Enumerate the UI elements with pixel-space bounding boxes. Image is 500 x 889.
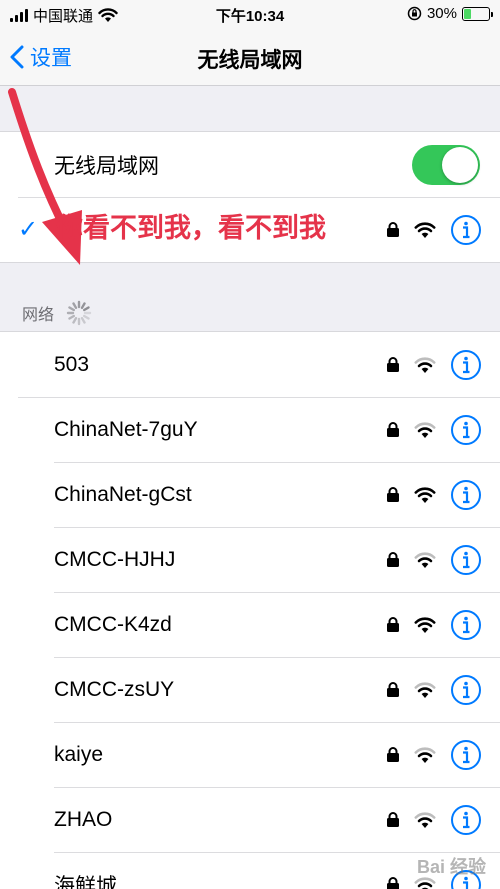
battery-fill	[464, 8, 472, 19]
annotation-text: 你看不到我，看不到我	[56, 213, 326, 243]
wifi-icon	[414, 681, 436, 698]
info-icon[interactable]	[450, 609, 482, 641]
network-name: ChinaNet-gCst	[54, 482, 192, 506]
wifi-icon	[414, 421, 436, 438]
info-icon[interactable]	[450, 674, 482, 706]
network-name: CMCC-zsUY	[54, 677, 175, 701]
network-name: ZHAO	[54, 807, 113, 831]
wifi-icon	[414, 356, 436, 373]
lock-icon	[387, 552, 399, 567]
wifi-icon	[414, 221, 436, 238]
info-icon[interactable]	[450, 414, 482, 446]
orientation-lock-icon	[407, 6, 422, 21]
wifi-icon	[414, 746, 436, 763]
network-row[interactable]: kaiye	[0, 722, 500, 787]
toggle-knob	[442, 146, 478, 183]
lock-icon	[387, 617, 399, 632]
info-icon[interactable]	[450, 349, 482, 381]
network-name: 503	[54, 352, 90, 376]
network-row[interactable]: CMCC-zsUY	[0, 657, 500, 722]
status-bar: 中国联通 下午10:34 30%	[0, 0, 500, 28]
check-icon: ✓	[18, 216, 39, 243]
wifi-icon	[414, 811, 436, 828]
battery-icon	[462, 6, 493, 21]
loading-spinner-icon	[66, 300, 92, 326]
network-row[interactable]: CMCC-HJHJ	[0, 527, 500, 592]
wifi-toggle-switch[interactable]	[412, 144, 480, 185]
network-row[interactable]: ZHAO	[0, 787, 500, 852]
network-name: ChinaNet-7guY	[54, 417, 198, 441]
info-icon[interactable]	[450, 739, 482, 771]
lock-icon	[387, 357, 399, 372]
network-row[interactable]: 503	[0, 332, 500, 397]
wifi-icon	[414, 616, 436, 633]
info-icon[interactable]	[450, 804, 482, 836]
lock-icon	[387, 422, 399, 437]
lock-icon	[387, 747, 399, 762]
network-name: CMCC-HJHJ	[54, 547, 176, 571]
network-name: 海鲜城	[54, 874, 117, 889]
lock-icon	[387, 487, 399, 502]
info-icon[interactable]	[450, 544, 482, 576]
navigation-bar: 设置 无线局域网	[0, 28, 500, 86]
network-row[interactable]: ChinaNet-7guY	[0, 397, 500, 462]
lock-icon	[387, 682, 399, 697]
lock-icon	[387, 222, 399, 237]
lock-icon	[387, 877, 399, 889]
info-icon[interactable]	[450, 214, 482, 246]
networks-section-header: 网络	[22, 300, 92, 326]
networks-header-label: 网络	[22, 307, 55, 324]
lock-icon	[387, 812, 399, 827]
network-name: kaiye	[54, 742, 104, 766]
info-icon[interactable]	[450, 479, 482, 511]
network-name: CMCC-K4zd	[54, 612, 172, 636]
network-row[interactable]: CMCC-K4zd	[0, 592, 500, 657]
watermark: Bai 经验	[416, 857, 486, 877]
network-row[interactable]: ChinaNet-gCst	[0, 462, 500, 527]
status-right: 30%	[407, 5, 493, 22]
page-title: 无线局域网	[197, 49, 303, 72]
wifi-toggle-row: 无线局域网	[0, 132, 500, 197]
wifi-toggle-label: 无线局域网	[54, 154, 159, 178]
wifi-icon	[414, 551, 436, 568]
wifi-icon	[414, 486, 436, 503]
networks-list: 503 ChinaNet-7guY ChinaNet-gCst CMCC-HJHJ CM…	[0, 331, 500, 889]
battery-percent: 30%	[426, 5, 457, 22]
